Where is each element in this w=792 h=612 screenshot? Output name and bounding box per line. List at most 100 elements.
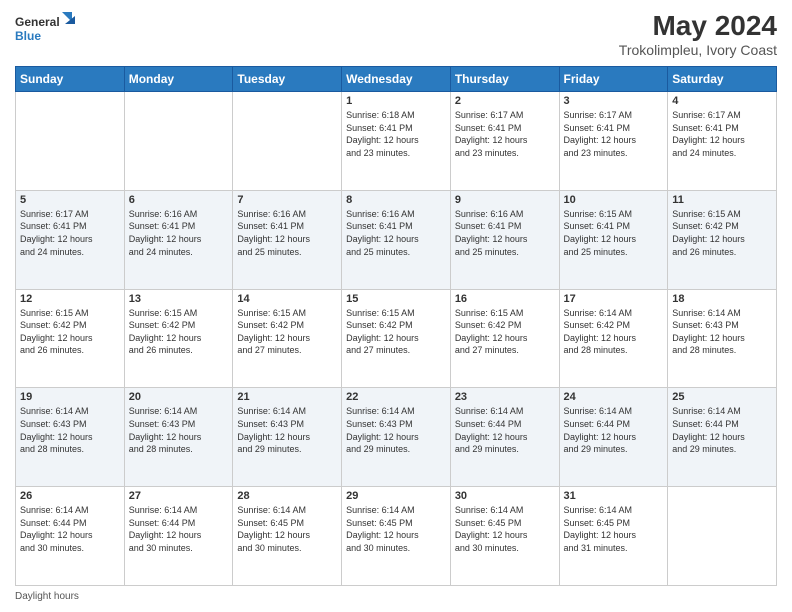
day-number: 15 bbox=[346, 293, 446, 305]
day-number: 10 bbox=[564, 194, 664, 206]
day-number: 19 bbox=[20, 391, 120, 403]
day-info: Sunrise: 6:15 AM Sunset: 6:42 PM Dayligh… bbox=[672, 208, 772, 258]
main-title: May 2024 bbox=[619, 10, 777, 42]
calendar-cell: 8 Sunrise: 6:16 AM Sunset: 6:41 PM Daylig… bbox=[342, 190, 451, 289]
calendar-cell: 17Sunrise: 6:14 AM Sunset: 6:42 PM Dayli… bbox=[559, 289, 668, 388]
day-number: 11 bbox=[672, 194, 772, 206]
day-number: 30 bbox=[455, 490, 555, 502]
day-info: Sunrise: 6:14 AM Sunset: 6:43 PM Dayligh… bbox=[672, 307, 772, 357]
daylight-label: Daylight hours bbox=[15, 591, 79, 602]
calendar-cell bbox=[124, 92, 233, 191]
calendar-cell: 6Sunrise: 6:16 AM Sunset: 6:41 PM Daylig… bbox=[124, 190, 233, 289]
day-info: Sunrise: 6:14 AM Sunset: 6:45 PM Dayligh… bbox=[564, 504, 664, 554]
day-info: Sunrise: 6:14 AM Sunset: 6:45 PM Dayligh… bbox=[455, 504, 555, 554]
calendar-cell: 12 Sunrise: 6:15 AM Sunset: 6:42 PM Dayli… bbox=[16, 289, 125, 388]
day-info: Sunrise: 6:14 AM Sunset: 6:44 PM Dayligh… bbox=[455, 405, 555, 455]
calendar-cell: 24Sunrise: 6:14 AM Sunset: 6:44 PM Dayli… bbox=[559, 388, 668, 487]
calendar-cell: 19 Sunrise: 6:14 AM Sunset: 6:43 PM Dayli… bbox=[16, 388, 125, 487]
day-info: Sunrise: 6:14 AM Sunset: 6:44 PM Dayligh… bbox=[20, 504, 120, 554]
subtitle: Trokolimpleu, Ivory Coast bbox=[619, 42, 777, 58]
calendar-week-5: 26Sunrise: 6:14 AM Sunset: 6:44 PM Dayli… bbox=[16, 487, 777, 586]
day-info: Sunrise: 6:15 AM Sunset: 6:42 PM Dayligh… bbox=[346, 307, 446, 357]
day-info: Sunrise: 6:15 AM Sunset: 6:41 PM Dayligh… bbox=[564, 208, 664, 258]
day-number: 13 bbox=[129, 293, 229, 305]
col-header-sunday: Sunday bbox=[16, 67, 125, 92]
day-info: Sunrise: 6:17 AM Sunset: 6:41 PM Dayligh… bbox=[20, 208, 120, 258]
day-info: Sunrise: 6:14 AM Sunset: 6:44 PM Dayligh… bbox=[564, 405, 664, 455]
calendar-cell bbox=[668, 487, 777, 586]
calendar-cell: 9Sunrise: 6:16 AM Sunset: 6:41 PM Daylig… bbox=[450, 190, 559, 289]
calendar-cell: 4 Sunrise: 6:17 AM Sunset: 6:41 PM Daylig… bbox=[668, 92, 777, 191]
day-number: 9 bbox=[455, 194, 555, 206]
day-number: 23 bbox=[455, 391, 555, 403]
day-number: 25 bbox=[672, 391, 772, 403]
col-header-friday: Friday bbox=[559, 67, 668, 92]
day-number: 14 bbox=[237, 293, 337, 305]
day-info: Sunrise: 6:14 AM Sunset: 6:43 PM Dayligh… bbox=[129, 405, 229, 455]
footer: Daylight hours bbox=[15, 591, 777, 602]
day-number: 2 bbox=[455, 95, 555, 107]
day-info: Sunrise: 6:14 AM Sunset: 6:45 PM Dayligh… bbox=[237, 504, 337, 554]
day-info: Sunrise: 6:15 AM Sunset: 6:42 PM Dayligh… bbox=[129, 307, 229, 357]
col-header-wednesday: Wednesday bbox=[342, 67, 451, 92]
calendar-cell bbox=[16, 92, 125, 191]
day-info: Sunrise: 6:18 AM Sunset: 6:41 PM Dayligh… bbox=[346, 109, 446, 159]
day-info: Sunrise: 6:17 AM Sunset: 6:41 PM Dayligh… bbox=[455, 109, 555, 159]
calendar-cell: 16Sunrise: 6:15 AM Sunset: 6:42 PM Dayli… bbox=[450, 289, 559, 388]
day-info: Sunrise: 6:14 AM Sunset: 6:44 PM Dayligh… bbox=[129, 504, 229, 554]
calendar-cell: 21Sunrise: 6:14 AM Sunset: 6:43 PM Dayli… bbox=[233, 388, 342, 487]
day-info: Sunrise: 6:14 AM Sunset: 6:45 PM Dayligh… bbox=[346, 504, 446, 554]
day-info: Sunrise: 6:17 AM Sunset: 6:41 PM Dayligh… bbox=[672, 109, 772, 159]
day-info: Sunrise: 6:15 AM Sunset: 6:42 PM Dayligh… bbox=[237, 307, 337, 357]
calendar-cell: 20 Sunrise: 6:14 AM Sunset: 6:43 PM Dayli… bbox=[124, 388, 233, 487]
day-number: 20 bbox=[129, 391, 229, 403]
calendar-cell: 28 Sunrise: 6:14 AM Sunset: 6:45 PM Dayli… bbox=[233, 487, 342, 586]
calendar-cell: 18 Sunrise: 6:14 AM Sunset: 6:43 PM Dayli… bbox=[668, 289, 777, 388]
day-number: 17 bbox=[564, 293, 664, 305]
calendar-cell: 22Sunrise: 6:14 AM Sunset: 6:43 PM Dayli… bbox=[342, 388, 451, 487]
calendar-week-3: 12 Sunrise: 6:15 AM Sunset: 6:42 PM Dayli… bbox=[16, 289, 777, 388]
day-number: 31 bbox=[564, 490, 664, 502]
calendar-cell: 15 Sunrise: 6:15 AM Sunset: 6:42 PM Dayli… bbox=[342, 289, 451, 388]
logo: General Blue bbox=[15, 10, 75, 48]
day-number: 16 bbox=[455, 293, 555, 305]
day-number: 27 bbox=[129, 490, 229, 502]
calendar-cell bbox=[233, 92, 342, 191]
day-number: 22 bbox=[346, 391, 446, 403]
day-number: 5 bbox=[20, 194, 120, 206]
day-number: 28 bbox=[237, 490, 337, 502]
page: General Blue May 2024 Trokolimpleu, Ivor… bbox=[0, 0, 792, 612]
calendar-cell: 14 Sunrise: 6:15 AM Sunset: 6:42 PM Dayli… bbox=[233, 289, 342, 388]
calendar-cell: 13 Sunrise: 6:15 AM Sunset: 6:42 PM Dayli… bbox=[124, 289, 233, 388]
calendar-cell: 25 Sunrise: 6:14 AM Sunset: 6:44 PM Dayli… bbox=[668, 388, 777, 487]
day-info: Sunrise: 6:16 AM Sunset: 6:41 PM Dayligh… bbox=[346, 208, 446, 258]
calendar-week-2: 5 Sunrise: 6:17 AM Sunset: 6:41 PM Daylig… bbox=[16, 190, 777, 289]
day-number: 18 bbox=[672, 293, 772, 305]
calendar-cell: 27 Sunrise: 6:14 AM Sunset: 6:44 PM Dayli… bbox=[124, 487, 233, 586]
calendar-table: SundayMondayTuesdayWednesdayThursdayFrid… bbox=[15, 66, 777, 586]
header-row: SundayMondayTuesdayWednesdayThursdayFrid… bbox=[16, 67, 777, 92]
calendar-cell: 3Sunrise: 6:17 AM Sunset: 6:41 PM Daylig… bbox=[559, 92, 668, 191]
calendar-week-4: 19 Sunrise: 6:14 AM Sunset: 6:43 PM Dayli… bbox=[16, 388, 777, 487]
title-block: May 2024 Trokolimpleu, Ivory Coast bbox=[619, 10, 777, 58]
day-number: 1 bbox=[346, 95, 446, 107]
calendar-cell: 26Sunrise: 6:14 AM Sunset: 6:44 PM Dayli… bbox=[16, 487, 125, 586]
day-info: Sunrise: 6:14 AM Sunset: 6:43 PM Dayligh… bbox=[20, 405, 120, 455]
day-info: Sunrise: 6:16 AM Sunset: 6:41 PM Dayligh… bbox=[129, 208, 229, 258]
calendar-cell: 23 Sunrise: 6:14 AM Sunset: 6:44 PM Dayli… bbox=[450, 388, 559, 487]
logo-svg: General Blue bbox=[15, 10, 75, 48]
day-number: 7 bbox=[237, 194, 337, 206]
calendar-cell: 29Sunrise: 6:14 AM Sunset: 6:45 PM Dayli… bbox=[342, 487, 451, 586]
col-header-tuesday: Tuesday bbox=[233, 67, 342, 92]
calendar-cell: 5 Sunrise: 6:17 AM Sunset: 6:41 PM Daylig… bbox=[16, 190, 125, 289]
day-number: 8 bbox=[346, 194, 446, 206]
day-number: 12 bbox=[20, 293, 120, 305]
calendar-cell: 30 Sunrise: 6:14 AM Sunset: 6:45 PM Dayli… bbox=[450, 487, 559, 586]
svg-text:General: General bbox=[15, 15, 60, 29]
day-info: Sunrise: 6:15 AM Sunset: 6:42 PM Dayligh… bbox=[20, 307, 120, 357]
day-info: Sunrise: 6:14 AM Sunset: 6:44 PM Dayligh… bbox=[672, 405, 772, 455]
col-header-monday: Monday bbox=[124, 67, 233, 92]
day-number: 4 bbox=[672, 95, 772, 107]
calendar-cell: 1 Sunrise: 6:18 AM Sunset: 6:41 PM Daylig… bbox=[342, 92, 451, 191]
calendar-body: 1 Sunrise: 6:18 AM Sunset: 6:41 PM Daylig… bbox=[16, 92, 777, 586]
